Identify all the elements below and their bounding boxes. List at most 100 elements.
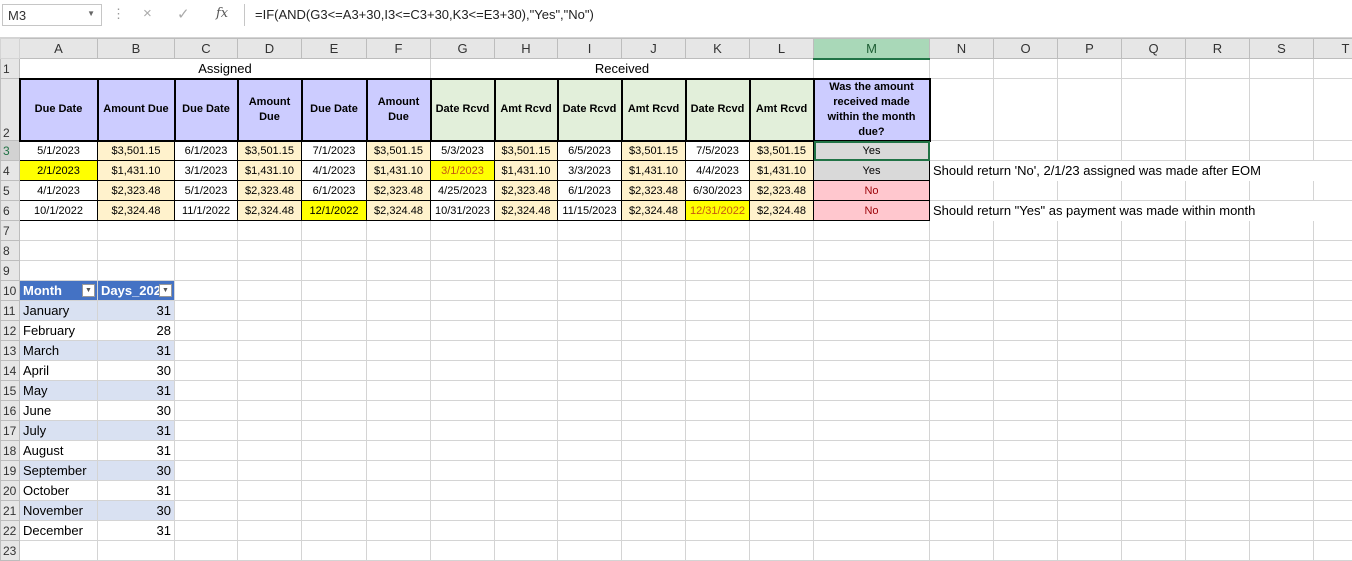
column-header-K[interactable]: K bbox=[686, 39, 750, 59]
cell[interactable] bbox=[1314, 381, 1352, 401]
cell[interactable] bbox=[930, 501, 994, 521]
cell[interactable] bbox=[686, 321, 750, 341]
cell[interactable] bbox=[302, 301, 367, 321]
cell[interactable] bbox=[431, 341, 495, 361]
month-name[interactable]: October bbox=[20, 481, 98, 501]
cell[interactable] bbox=[495, 261, 558, 281]
cell[interactable] bbox=[1250, 381, 1314, 401]
cell[interactable] bbox=[431, 241, 495, 261]
cell[interactable] bbox=[558, 241, 622, 261]
column-heading[interactable]: Was the amount received made within the … bbox=[814, 79, 930, 141]
cell[interactable] bbox=[1250, 541, 1314, 561]
cell[interactable] bbox=[622, 281, 686, 301]
cell[interactable] bbox=[814, 261, 930, 281]
cell[interactable] bbox=[1250, 341, 1314, 361]
cell[interactable] bbox=[930, 181, 994, 201]
cell[interactable] bbox=[930, 301, 994, 321]
cell[interactable] bbox=[302, 441, 367, 461]
cell[interactable] bbox=[367, 341, 431, 361]
cell[interactable] bbox=[814, 361, 930, 381]
month-days[interactable]: 31 bbox=[98, 521, 175, 541]
cell[interactable] bbox=[686, 221, 750, 241]
cell[interactable] bbox=[431, 401, 495, 421]
result-cell[interactable]: No bbox=[814, 181, 930, 201]
cell[interactable] bbox=[367, 221, 431, 241]
data-cell[interactable]: 6/5/2023 bbox=[558, 141, 622, 161]
cell[interactable] bbox=[814, 421, 930, 441]
cell[interactable] bbox=[1314, 501, 1352, 521]
cell[interactable] bbox=[1122, 521, 1186, 541]
cell[interactable] bbox=[1250, 59, 1314, 79]
cell[interactable] bbox=[175, 281, 238, 301]
cell[interactable] bbox=[1186, 281, 1250, 301]
cell[interactable] bbox=[238, 221, 302, 241]
cell[interactable] bbox=[1314, 141, 1352, 161]
cell[interactable] bbox=[495, 401, 558, 421]
cell[interactable] bbox=[750, 221, 814, 241]
column-heading[interactable]: Date Rcvd bbox=[558, 79, 622, 141]
cell[interactable] bbox=[750, 461, 814, 481]
cell[interactable] bbox=[994, 441, 1058, 461]
cell[interactable] bbox=[686, 241, 750, 261]
cell[interactable] bbox=[814, 401, 930, 421]
row-header-9[interactable]: 9 bbox=[1, 261, 20, 281]
cell[interactable] bbox=[750, 281, 814, 301]
cell[interactable] bbox=[1058, 321, 1122, 341]
cell[interactable] bbox=[302, 321, 367, 341]
row-header-17[interactable]: 17 bbox=[1, 421, 20, 441]
cell[interactable] bbox=[1186, 481, 1250, 501]
data-cell[interactable]: 7/1/2023 bbox=[302, 141, 367, 161]
month-name[interactable]: November bbox=[20, 501, 98, 521]
row-header-10[interactable]: 10 bbox=[1, 281, 20, 301]
cell[interactable] bbox=[1058, 361, 1122, 381]
cell[interactable] bbox=[1122, 341, 1186, 361]
cell[interactable] bbox=[1058, 241, 1122, 261]
cell[interactable] bbox=[175, 541, 238, 561]
cell[interactable] bbox=[302, 381, 367, 401]
cell[interactable] bbox=[1058, 501, 1122, 521]
data-cell[interactable]: 4/4/2023 bbox=[686, 161, 750, 181]
cell[interactable] bbox=[302, 281, 367, 301]
result-cell[interactable]: Yes bbox=[814, 161, 930, 181]
cell[interactable] bbox=[238, 481, 302, 501]
cell[interactable] bbox=[1122, 481, 1186, 501]
cell[interactable] bbox=[1250, 361, 1314, 381]
cell[interactable] bbox=[1122, 461, 1186, 481]
cell[interactable] bbox=[1058, 79, 1122, 141]
cell[interactable] bbox=[622, 241, 686, 261]
data-cell[interactable]: $2,323.48 bbox=[238, 181, 302, 201]
month-name[interactable]: March bbox=[20, 341, 98, 361]
data-cell[interactable]: 5/1/2023 bbox=[175, 181, 238, 201]
cell[interactable] bbox=[1250, 261, 1314, 281]
cell[interactable] bbox=[994, 341, 1058, 361]
cell[interactable] bbox=[750, 521, 814, 541]
cell[interactable] bbox=[98, 541, 175, 561]
row-header-12[interactable]: 12 bbox=[1, 321, 20, 341]
cell[interactable] bbox=[930, 221, 994, 241]
cell[interactable] bbox=[1186, 361, 1250, 381]
cell[interactable] bbox=[558, 461, 622, 481]
row-header-11[interactable]: 11 bbox=[1, 301, 20, 321]
data-cell[interactable]: $1,431.10 bbox=[495, 161, 558, 181]
cell[interactable] bbox=[367, 401, 431, 421]
cell[interactable] bbox=[1314, 181, 1352, 201]
cell[interactable] bbox=[1122, 421, 1186, 441]
cell[interactable] bbox=[994, 421, 1058, 441]
data-cell[interactable]: 3/3/2023 bbox=[558, 161, 622, 181]
cell[interactable] bbox=[1058, 481, 1122, 501]
spreadsheet-grid[interactable]: ABCDEFGHIJKLMNOPQRST1AssignedReceived2Du… bbox=[0, 38, 1352, 561]
row-header-15[interactable]: 15 bbox=[1, 381, 20, 401]
row-header-21[interactable]: 21 bbox=[1, 501, 20, 521]
data-cell[interactable]: $3,501.15 bbox=[98, 141, 175, 161]
row-header-8[interactable]: 8 bbox=[1, 241, 20, 261]
cell[interactable] bbox=[1058, 301, 1122, 321]
data-cell[interactable]: $2,324.48 bbox=[98, 201, 175, 221]
row-header-3[interactable]: 3 bbox=[1, 141, 20, 161]
cell[interactable] bbox=[1186, 261, 1250, 281]
data-cell[interactable]: 5/3/2023 bbox=[431, 141, 495, 161]
cell[interactable] bbox=[558, 421, 622, 441]
cell[interactable] bbox=[1058, 541, 1122, 561]
cell[interactable] bbox=[622, 381, 686, 401]
cell[interactable] bbox=[175, 381, 238, 401]
cell[interactable] bbox=[1186, 421, 1250, 441]
